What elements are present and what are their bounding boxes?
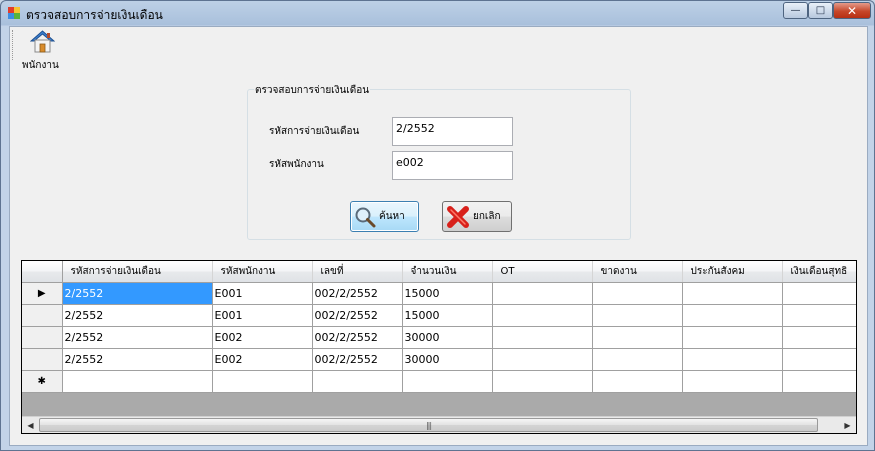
minimize-button[interactable]: — <box>783 2 808 19</box>
close-icon: ✕ <box>846 3 858 18</box>
payment-code-input[interactable]: 2/2552 <box>392 117 513 146</box>
grid-cell[interactable]: 15000 <box>402 282 493 305</box>
grid-cell[interactable] <box>492 282 593 305</box>
grid-cell[interactable] <box>682 348 783 371</box>
grid-cell[interactable] <box>592 370 683 393</box>
row-header[interactable] <box>22 304 63 327</box>
grid-cell[interactable] <box>312 370 403 393</box>
grid-cell[interactable] <box>62 370 213 393</box>
grid-cell[interactable]: 2/2552 <box>62 282 213 305</box>
scroll-right-icon[interactable]: ▶ <box>839 417 856 433</box>
grid-cell[interactable] <box>782 348 856 371</box>
payment-check-group: ตรวจสอบการจ่ายเงินเดือน รหัสการจ่ายเงินเ… <box>247 83 631 240</box>
grid-cell[interactable] <box>402 370 493 393</box>
red-x-icon <box>447 205 469 228</box>
grid-cell[interactable] <box>682 304 783 327</box>
minimize-icon: — <box>790 5 801 16</box>
search-button[interactable]: ค้นหา <box>350 201 419 232</box>
grid-cell[interactable]: 002/2/2552 <box>312 326 403 349</box>
horizontal-scrollbar[interactable]: ◀ ||| ▶ <box>22 416 856 433</box>
column-header-absence[interactable]: ขาดงาน <box>592 261 683 283</box>
new-row-icon[interactable]: ✱ <box>22 370 63 393</box>
magnifier-icon <box>355 207 376 227</box>
new-row[interactable]: ✱ <box>22 370 856 393</box>
table-row[interactable]: ▶ 2/2552 E001 002/2/2552 15000 <box>22 282 856 305</box>
grid-cell[interactable] <box>682 370 783 393</box>
grid-cell[interactable]: 15000 <box>402 304 493 327</box>
scroll-left-icon[interactable]: ◀ <box>22 417 39 433</box>
grid-cell[interactable] <box>782 370 856 393</box>
grid-cell[interactable] <box>492 370 593 393</box>
close-button[interactable]: ✕ <box>833 2 871 19</box>
grid-cell[interactable] <box>592 348 683 371</box>
home-icon <box>30 30 55 53</box>
grid-cell[interactable]: 2/2552 <box>62 326 213 349</box>
employee-button-label: พนักงาน <box>22 60 59 71</box>
grid-cell[interactable] <box>682 282 783 305</box>
maximize-button[interactable]: □ <box>808 2 833 19</box>
grid-corner-header[interactable] <box>22 261 63 283</box>
grid-cell[interactable] <box>592 304 683 327</box>
grid-cell[interactable] <box>782 282 856 305</box>
form-client-area: พนักงาน ตรวจสอบการจ่ายเงินเดือน รหัสการจ… <box>9 26 868 446</box>
employee-button[interactable]: พนักงาน <box>20 28 64 71</box>
grid-cell[interactable]: E001 <box>212 282 313 305</box>
column-header-net-salary[interactable]: เงินเดือนสุทธิ <box>782 261 856 283</box>
grid-cell[interactable]: 30000 <box>402 348 493 371</box>
grid-cell[interactable] <box>682 326 783 349</box>
maximize-icon: □ <box>815 5 826 16</box>
column-header-payment-code[interactable]: รหัสการจ่ายเงินเดือน <box>62 261 213 283</box>
title-bar[interactable]: ตรวจสอบการจ่ายเงินเดือน — □ ✕ <box>1 1 874 25</box>
grid-cell[interactable]: 2/2552 <box>62 304 213 327</box>
grid-cell[interactable] <box>782 304 856 327</box>
grid-cell[interactable] <box>592 326 683 349</box>
toolbar-grip[interactable] <box>12 30 15 60</box>
grid-cell[interactable]: 002/2/2552 <box>312 348 403 371</box>
grid-cell[interactable]: 002/2/2552 <box>312 304 403 327</box>
grid-cell[interactable]: E002 <box>212 326 313 349</box>
search-button-label: ค้นหา <box>379 211 405 222</box>
employee-code-label: รหัสพนักงาน <box>269 159 324 170</box>
app-icon <box>8 7 20 19</box>
column-header-employee-code[interactable]: รหัสพนักงาน <box>212 261 313 283</box>
grid-cell[interactable] <box>492 326 593 349</box>
app-window: ตรวจสอบการจ่ายเงินเดือน — □ ✕ พนักงาน ตร… <box>0 0 875 451</box>
payment-data-grid[interactable]: รหัสการจ่ายเงินเดือน รหัสพนักงาน เลขที่ … <box>21 260 857 434</box>
grid-cell[interactable] <box>212 370 313 393</box>
payment-code-label: รหัสการจ่ายเงินเดือน <box>269 126 360 137</box>
grid-cell[interactable]: 30000 <box>402 326 493 349</box>
current-row-icon[interactable]: ▶ <box>22 282 63 305</box>
toolbar: พนักงาน <box>10 27 867 72</box>
employee-code-input[interactable]: e002 <box>392 151 513 180</box>
column-header-amount[interactable]: จำนวนเงิน <box>402 261 493 283</box>
group-title: ตรวจสอบการจ่ายเงินเดือน <box>254 83 371 98</box>
grid-cell[interactable] <box>492 304 593 327</box>
grid-table: รหัสการจ่ายเงินเดือน รหัสพนักงาน เลขที่ … <box>22 261 856 393</box>
grid-cell[interactable]: 2/2552 <box>62 348 213 371</box>
table-row[interactable]: 2/2552 E002 002/2/2552 30000 <box>22 348 856 371</box>
row-header[interactable] <box>22 326 63 349</box>
scrollbar-thumb[interactable]: ||| <box>39 418 818 432</box>
grid-cell[interactable]: 002/2/2552 <box>312 282 403 305</box>
column-header-number[interactable]: เลขที่ <box>312 261 403 283</box>
column-header-social-security[interactable]: ประกันสังคม <box>682 261 783 283</box>
grid-cell[interactable] <box>492 348 593 371</box>
table-row[interactable]: 2/2552 E001 002/2/2552 15000 <box>22 304 856 327</box>
grid-cell[interactable]: E001 <box>212 304 313 327</box>
row-header[interactable] <box>22 348 63 371</box>
grid-cell[interactable] <box>782 326 856 349</box>
grid-header-row: รหัสการจ่ายเงินเดือน รหัสพนักงาน เลขที่ … <box>22 261 856 283</box>
cancel-button[interactable]: ยกเลิก <box>442 201 512 232</box>
column-header-ot[interactable]: OT <box>492 261 593 283</box>
grid-cell[interactable]: E002 <box>212 348 313 371</box>
window-title: ตรวจสอบการจ่ายเงินเดือน <box>26 8 163 22</box>
table-row[interactable]: 2/2552 E002 002/2/2552 30000 <box>22 326 856 349</box>
grid-cell[interactable] <box>592 282 683 305</box>
cancel-button-label: ยกเลิก <box>473 211 501 222</box>
grip-icon: ||| <box>425 420 432 430</box>
